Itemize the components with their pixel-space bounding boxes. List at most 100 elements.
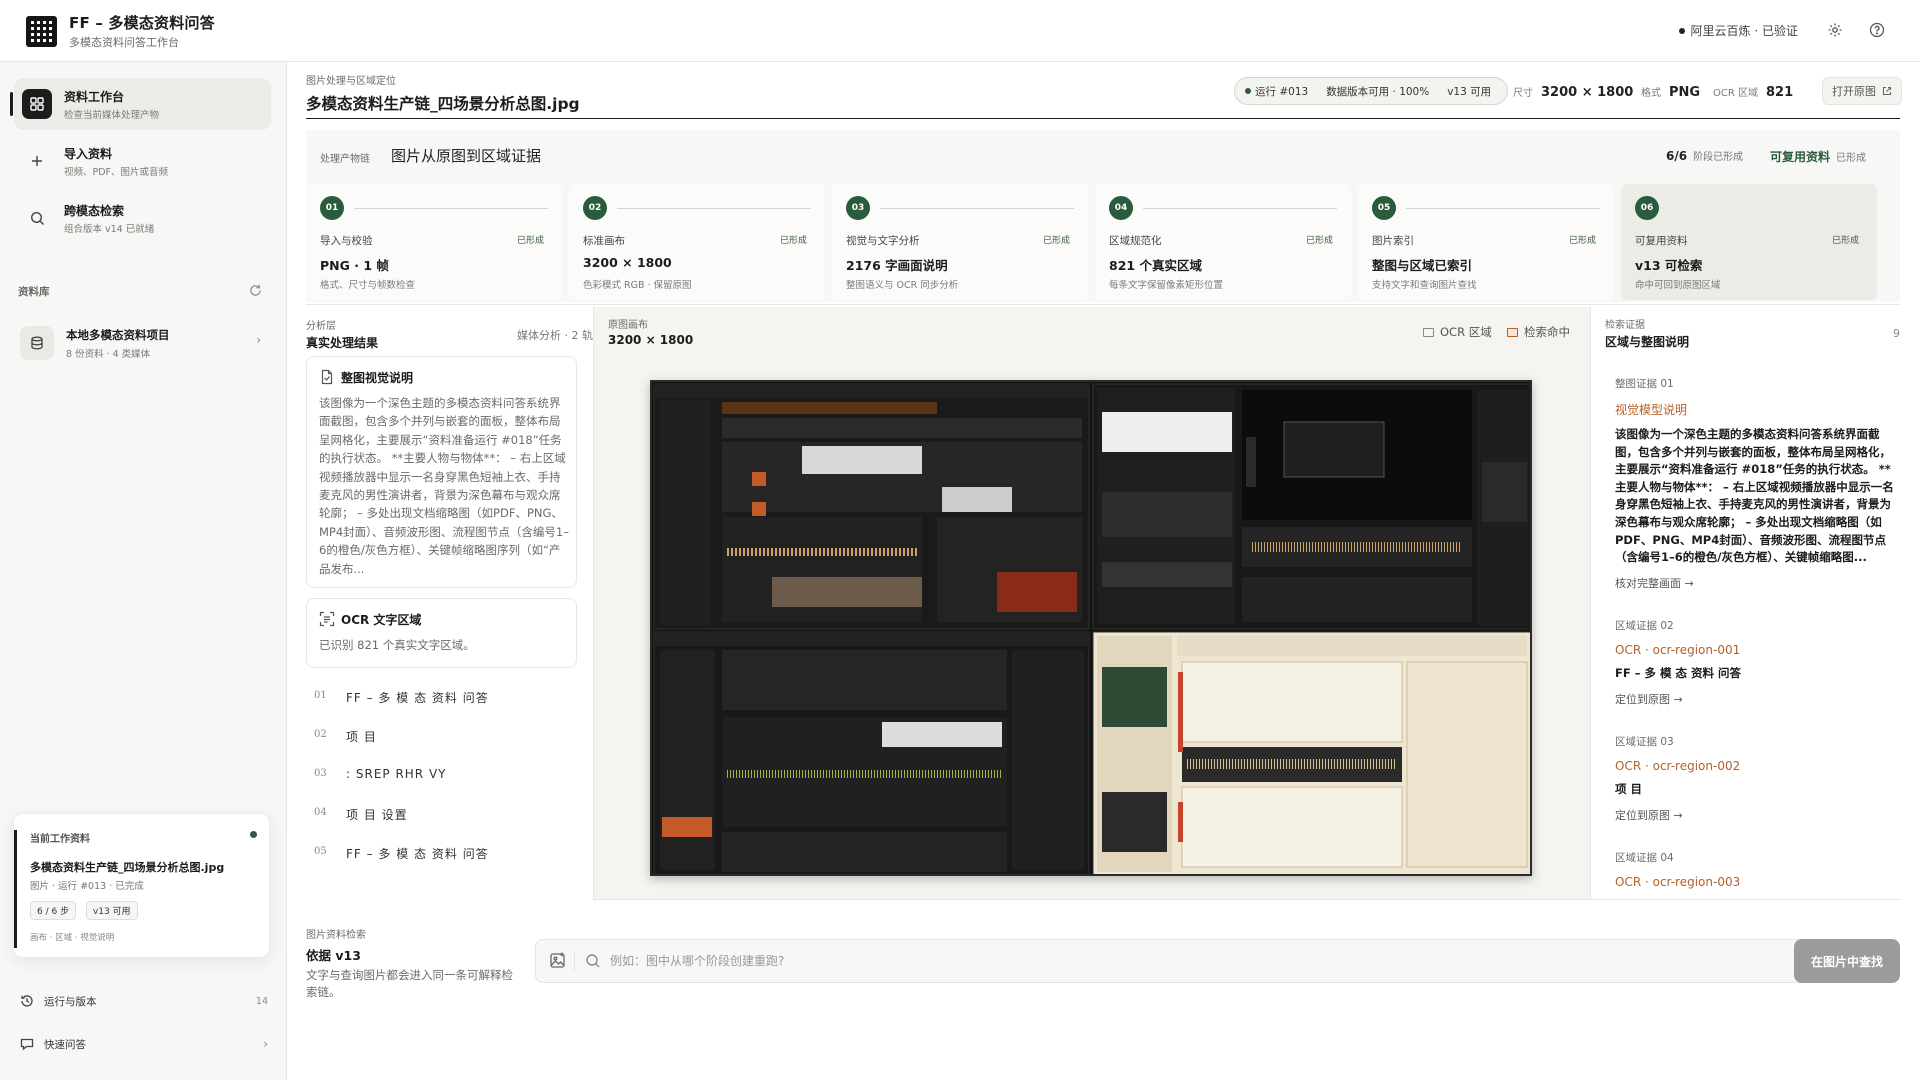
ocr-text: FF – 多 模 态 资料 问答 bbox=[346, 691, 489, 705]
ocr-list-item[interactable]: 01 FF – 多 模 态 资料 问答 bbox=[306, 682, 577, 712]
pipeline-step[interactable]: 06 可复用资料 已形成 v13 可检索 命中可回到原图区域 bbox=[1621, 184, 1877, 300]
step-label: 区域规范化 bbox=[1109, 235, 1162, 247]
version-chip: v13 可用 bbox=[85, 901, 138, 920]
arrow-right-icon: → bbox=[1673, 808, 1683, 822]
find-in-image-button[interactable]: 在图片中查找 bbox=[1794, 939, 1900, 983]
version-badge: v13 可用 bbox=[1447, 85, 1492, 98]
visual-description-card[interactable]: 整图视觉说明 该图像为一个深色主题的多模态资料问答系统界面截图，包含多个并列与嵌… bbox=[306, 356, 577, 588]
divider bbox=[306, 304, 1900, 305]
run-status-pill: 运行 #013 数据版本可用 · 100% v13 可用 bbox=[1234, 77, 1508, 105]
verify-full-image-link[interactable]: 核对完整画面 → bbox=[1615, 575, 1900, 591]
scan-text-icon bbox=[319, 611, 335, 627]
service-status: 阿里云百炼 · 已验证 bbox=[1678, 22, 1798, 39]
evidence-link-label: 定位到原图 bbox=[1615, 808, 1670, 822]
app-logo bbox=[26, 16, 57, 47]
ocr-list-item[interactable]: 03 : SREP RHR VY bbox=[306, 760, 577, 790]
step-value: v13 可检索 bbox=[1635, 258, 1703, 273]
evidence-item: 区域证据 02 OCR · ocr-region-001 FF – 多 模 态 … bbox=[1615, 618, 1900, 707]
pipeline-step[interactable]: 01 导入与校验 已形成 PNG · 1 帧 格式、尺寸与帧数检查 bbox=[306, 184, 562, 300]
ocr-list-item[interactable]: 02 项 目 bbox=[306, 721, 577, 751]
document-icon bbox=[321, 369, 333, 385]
ocr-list-item[interactable]: 04 项 目 设置 bbox=[306, 799, 577, 829]
history-icon bbox=[21, 995, 33, 1007]
help-icon[interactable] bbox=[1867, 20, 1887, 40]
search-icon bbox=[22, 203, 52, 233]
run-id: 运行 #013 bbox=[1255, 85, 1309, 98]
progress-note: 阶段已形成 bbox=[1693, 152, 1744, 163]
nav-label: 导入资料 bbox=[64, 147, 113, 161]
ocr-label: OCR 区域 bbox=[1713, 88, 1758, 99]
ocr-text: 项 目 设置 bbox=[346, 808, 408, 822]
step-number: 02 bbox=[583, 196, 607, 220]
chevron-right-icon: › bbox=[256, 333, 261, 347]
image-search-input[interactable] bbox=[610, 940, 1750, 982]
ocr-text: 项 目 bbox=[346, 730, 377, 744]
quick-qa-link[interactable]: 快速问答 › bbox=[20, 1033, 268, 1055]
data-version: 数据版本可用 · 100% bbox=[1326, 85, 1430, 98]
pipeline-title: 图片从原图到区域证据 bbox=[391, 147, 542, 165]
steps-chip: 6 / 6 步 bbox=[30, 901, 77, 920]
ocr-list-item[interactable]: 05 FF – 多 模 态 资料 问答 bbox=[306, 838, 577, 868]
search-hit-swatch-icon bbox=[1507, 327, 1518, 337]
ocr-region-card[interactable]: OCR 文字区域 已识别 821 个真实文字区域。 bbox=[306, 598, 577, 668]
dashboard-thumbnail-image bbox=[652, 382, 1530, 874]
refresh-icon[interactable] bbox=[246, 281, 264, 299]
step-label: 导入与校验 bbox=[320, 235, 373, 247]
step-value: 821 个真实区域 bbox=[1109, 258, 1202, 273]
step-number: 04 bbox=[1109, 196, 1133, 220]
locate-in-original-link[interactable]: 定位到原图 → bbox=[1615, 807, 1900, 823]
database-icon bbox=[20, 326, 54, 360]
nav-workbench[interactable]: 资料工作台 检查当前媒体处理产物 bbox=[10, 78, 271, 130]
step-status: 已形成 bbox=[1042, 236, 1070, 246]
ocr-card-body: 已识别 821 个真实文字区域。 bbox=[319, 638, 475, 652]
title-divider bbox=[306, 118, 1900, 119]
step-desc: 整图语义与 OCR 同步分析 bbox=[846, 280, 959, 291]
pipeline-step[interactable]: 04 区域规范化 已形成 821 个真实区域 每条文字保留像素矩形位置 bbox=[1095, 184, 1351, 300]
search-description: 文字与查询图片都会进入同一条可解释检索链。 bbox=[306, 968, 513, 999]
meta-format: 格式 PNG bbox=[1641, 84, 1700, 100]
step-desc: 每条文字保留像素矩形位置 bbox=[1109, 280, 1224, 291]
meta-ocr: OCR 区域 821 bbox=[1713, 84, 1793, 100]
step-connector bbox=[617, 208, 811, 209]
runs-label: 运行与版本 bbox=[44, 995, 97, 1008]
settings-gear-icon[interactable] bbox=[1825, 20, 1845, 40]
pipeline-small-label: 处理产物链 bbox=[320, 154, 370, 165]
step-desc: 色彩模式 RGB · 保留原图 bbox=[583, 280, 692, 291]
step-status: 已形成 bbox=[516, 236, 544, 246]
runs-versions-link[interactable]: 运行与版本 14 bbox=[20, 990, 268, 1012]
pipeline-step[interactable]: 02 标准画布 已形成 3200 × 1800 色彩模式 RGB · 保留原图 bbox=[569, 184, 825, 300]
library-project-item[interactable]: 本地多模态资料项目 8 份资料 · 4 类媒体 › bbox=[14, 313, 271, 369]
project-sub: 8 份资料 · 4 类媒体 bbox=[66, 349, 151, 360]
ocr-text: FF – 多 模 态 资料 问答 bbox=[346, 847, 489, 861]
chevron-right-icon: › bbox=[263, 1037, 268, 1051]
legend-ocr-toggle[interactable]: OCR 区域 bbox=[1423, 324, 1492, 340]
nav-label: 资料工作台 bbox=[64, 90, 125, 104]
pipeline-step[interactable]: 03 视觉与文字分析 已形成 2176 字画面说明 整图语义与 OCR 同步分析 bbox=[832, 184, 1088, 300]
original-image-preview[interactable] bbox=[650, 380, 1532, 876]
locate-in-original-link[interactable]: 定位到原图 → bbox=[1615, 691, 1900, 707]
step-value: PNG · 1 帧 bbox=[320, 258, 389, 273]
ocr-index: 03 bbox=[314, 768, 327, 779]
legend-hit-label: 检索命中 bbox=[1524, 325, 1570, 339]
step-number: 05 bbox=[1372, 196, 1396, 220]
current-work-card[interactable]: 当前工作资料 多模态资料生产链_四场景分析总图.jpg 图片 · 运行 #013… bbox=[13, 813, 270, 958]
open-original-button[interactable]: 打开原图 bbox=[1822, 77, 1902, 105]
step-desc: 支持文字和查询图片查找 bbox=[1372, 280, 1477, 291]
step-label: 标准画布 bbox=[583, 235, 625, 247]
format-value: PNG bbox=[1669, 85, 1701, 100]
pipeline-step[interactable]: 05 图片索引 已形成 整图与区域已索引 支持文字和查询图片查找 bbox=[1358, 184, 1614, 300]
divider bbox=[574, 951, 575, 971]
top-bar: FF – 多模态资料问答 多模态资料问答工作台 阿里云百炼 · 已验证 bbox=[0, 0, 1920, 62]
ocr-index: 05 bbox=[314, 846, 327, 857]
evidence-kind: 区域证据 03 bbox=[1615, 736, 1674, 748]
evidence-kind: 区域证据 04 bbox=[1615, 852, 1674, 864]
image-attach-icon[interactable] bbox=[548, 951, 568, 971]
nav-cross-search[interactable]: 跨模态检索 组合版本 v14 已就绪 bbox=[14, 192, 271, 244]
analysis-track-count: 媒体分析 · 2 轨 bbox=[517, 329, 593, 342]
nav-import[interactable]: 导入资料 视频、PDF、图片或音频 bbox=[14, 135, 271, 187]
canvas-small-label: 原图画布 bbox=[608, 320, 648, 331]
legend-hit-toggle[interactable]: 检索命中 bbox=[1507, 324, 1570, 340]
evidence-source: OCR · ocr-region-002 bbox=[1615, 759, 1741, 773]
pipeline-panel: 处理产物链 图片从原图到区域证据 6/6 阶段已形成 可复用资料 已形成 01 导入… bbox=[306, 130, 1900, 302]
divider bbox=[593, 899, 1900, 900]
